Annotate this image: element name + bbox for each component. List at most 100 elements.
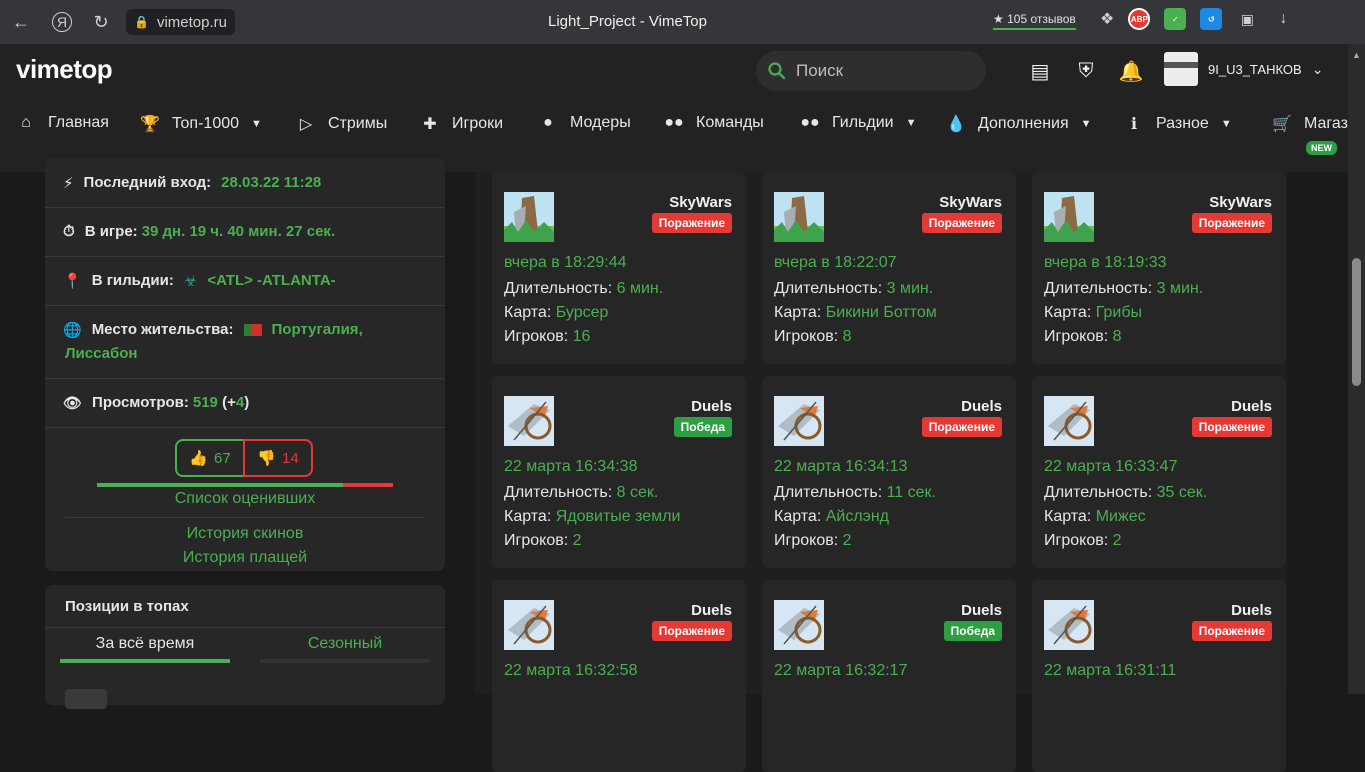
map-value: Бурсер — [555, 304, 609, 321]
menu-label: Стримы — [328, 115, 388, 132]
skin-history-link[interactable]: История скинов — [45, 525, 445, 543]
duels-map-thumbnail — [504, 600, 554, 650]
site-header: vimetop Поиск ▤ ⛨ 🔔 9I_U3_ТАНКОВ ⌄ — [0, 44, 1365, 100]
duration-value: 8 сек. — [616, 484, 659, 501]
players-value: 2 — [1112, 532, 1122, 549]
menu-label: Магаз — [1304, 115, 1348, 132]
tab-indicator — [260, 659, 430, 663]
match-card[interactable]: Duels Поражение 22 марта 16:34:13 Длительно… — [762, 376, 1016, 568]
menu-item-misc[interactable]: ℹ Разное ▼ — [1124, 114, 1232, 134]
menu-item-guilds[interactable]: ●● Гильдии ▼ — [800, 114, 916, 132]
menu-label: Гильдии — [832, 114, 894, 131]
menu-item-top1000[interactable]: 🏆 Топ-1000 ▼ — [140, 114, 262, 134]
reviews-badge[interactable]: ★ 105 отзывов — [993, 12, 1076, 30]
menu-item-streams[interactable]: ▷ Стримы — [296, 114, 387, 134]
raters-list-link[interactable]: Список оценивших — [45, 490, 445, 508]
bell-icon[interactable]: 🔔 — [1117, 57, 1145, 85]
scroll-up-icon[interactable]: ▲ — [1352, 50, 1361, 60]
match-date: вчера в 18:29:44 — [504, 254, 627, 271]
chevron-down-icon: ⌄ — [1311, 60, 1324, 77]
scrollbar[interactable]: ▲ — [1348, 44, 1365, 694]
duration-label: Длительность: — [774, 280, 883, 297]
adblock-icon[interactable]: ABP — [1128, 8, 1151, 30]
match-duration: Длительность: 11 сек. — [774, 484, 936, 502]
user-menu[interactable]: 9I_U3_ТАНКОВ ⌄ — [1164, 52, 1323, 86]
match-card[interactable]: SkyWars Поражение вчера в 18:22:07 Длительн… — [762, 172, 1016, 364]
match-mode: Duels — [961, 398, 1002, 415]
match-card[interactable]: Duels Поражение 22 марта 16:32:58 — [492, 580, 746, 772]
cape-history-link[interactable]: История плащей — [45, 549, 445, 567]
match-duration: Длительность: 3 мин. — [1044, 280, 1203, 298]
menu-item-addons[interactable]: 💧 Дополнения ▼ — [946, 114, 1092, 134]
map-label: Карта: — [504, 508, 552, 525]
match-map: Карта: Мижес — [1044, 508, 1146, 526]
reviews-text: 105 отзывов — [1007, 12, 1076, 26]
reload-icon[interactable]: ↻ — [86, 7, 116, 37]
rating-ratio-bar — [97, 483, 393, 487]
match-map: Карта: Ядовитые земли — [504, 508, 680, 526]
match-card[interactable]: SkyWars Поражение вчера в 18:19:33 Длительн… — [1032, 172, 1286, 364]
tab-all-time[interactable]: За всё время — [60, 635, 230, 653]
match-card[interactable]: Duels Победа 22 марта 16:32:17 — [762, 580, 1016, 772]
search-input[interactable]: Поиск — [796, 61, 843, 81]
rating-buttons: 👍 67 👎 14 — [175, 439, 313, 477]
match-map: Карта: Грибы — [1044, 304, 1142, 322]
like-button[interactable]: 👍 67 — [175, 439, 245, 477]
menu-item-teams[interactable]: ●● Команды — [664, 114, 763, 132]
match-duration: Длительность: 35 сек. — [1044, 484, 1207, 502]
match-card[interactable]: Duels Поражение 22 марта 16:33:47 Длительно… — [1032, 376, 1286, 568]
tab-indicator-active — [60, 659, 230, 663]
guild-icon: ●● — [800, 114, 820, 131]
match-mode: Duels — [1231, 398, 1272, 415]
search-box[interactable]: Поиск — [756, 51, 986, 91]
duration-value: 35 сек. — [1156, 484, 1208, 501]
user-plus-icon: ✚ — [423, 116, 437, 133]
tops-row-icon — [65, 689, 107, 709]
address-bar[interactable]: 🔒 vimetop.ru — [126, 9, 235, 35]
chat-icon[interactable]: ▤ — [1026, 57, 1054, 85]
collections-icon[interactable]: ▣ — [1236, 8, 1258, 30]
lock-icon: 🔒 — [134, 15, 149, 29]
match-date: 22 марта 16:31:11 — [1044, 662, 1177, 679]
shield-icon[interactable]: ⛨ — [1072, 57, 1100, 85]
menu-label: Разное — [1156, 115, 1209, 132]
dislike-count: 14 — [282, 449, 299, 467]
match-result-badge: Победа — [673, 417, 732, 437]
match-players: Игроков: 2 — [774, 532, 852, 550]
match-card[interactable]: SkyWars Поражение вчера в 18:29:44 Длительн… — [492, 172, 746, 364]
menu-item-moders[interactable]: ● Модеры — [538, 114, 631, 132]
match-date: вчера в 18:22:07 — [774, 254, 897, 271]
guild-label: В гильдии: — [91, 272, 174, 289]
menu-item-shop[interactable]: 🛒 Магаз — [1272, 114, 1348, 134]
match-map: Карта: Бурсер — [504, 304, 608, 322]
menu-item-home[interactable]: ⌂ Главная — [16, 114, 109, 132]
guild-link[interactable]: <ATL> -ATLANTA- — [207, 272, 335, 289]
stopwatch-icon: ⏱ — [63, 223, 75, 240]
user-shield-icon: ● — [543, 114, 553, 131]
divider — [45, 427, 445, 428]
matches-panel: SkyWars Поражение вчера в 18:29:44 Длительн… — [475, 172, 1287, 772]
match-players: Игроков: 8 — [1044, 328, 1122, 346]
dislike-button[interactable]: 👎 14 — [243, 439, 313, 477]
site-logo[interactable]: vimetop — [16, 54, 113, 85]
translate-ext-icon[interactable]: ↺ — [1200, 8, 1223, 30]
menu-item-players[interactable]: ✚ Игроки — [420, 114, 503, 134]
bookmark-icon[interactable]: ❖ — [1100, 9, 1114, 29]
duels-map-thumbnail — [774, 600, 824, 650]
divider — [45, 378, 445, 379]
shield-ext-icon[interactable]: ✓ — [1164, 8, 1187, 30]
match-card[interactable]: Duels Поражение 22 марта 16:31:11 — [1032, 580, 1286, 772]
match-players: Игроков: 16 — [504, 328, 590, 346]
back-icon[interactable]: ← — [6, 7, 36, 37]
yandex-icon[interactable]: Я — [52, 12, 72, 32]
residence-city-text: Лиссабон — [65, 345, 138, 362]
globe-icon: 🌐 — [63, 322, 82, 339]
scroll-thumb[interactable] — [1352, 258, 1361, 386]
tab-seasonal[interactable]: Сезонный — [260, 635, 430, 653]
download-icon[interactable]: ↓ — [1272, 8, 1294, 30]
match-card[interactable]: Duels Победа 22 марта 16:34:38 Длительность… — [492, 376, 746, 568]
map-marker-icon: 📍 — [63, 273, 82, 290]
skywars-map-thumbnail — [504, 192, 554, 242]
match-result-badge: Поражение — [1191, 417, 1272, 437]
duration-label: Длительность: — [1044, 280, 1153, 297]
